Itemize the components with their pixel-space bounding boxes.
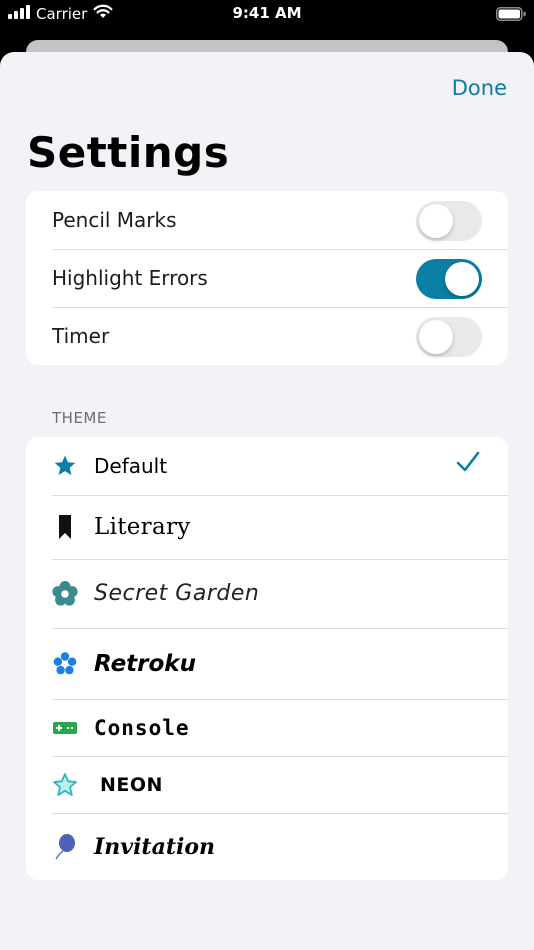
theme-row-console[interactable]: Console bbox=[26, 699, 508, 756]
settings-sheet: Done Settings Pencil Marks Highlight Err… bbox=[0, 52, 534, 950]
setting-label: Timer bbox=[52, 324, 110, 348]
flower-icon bbox=[52, 579, 78, 609]
theme-section-header: THEME bbox=[52, 409, 107, 427]
theme-list: Default Literary Secret Garden Retroku C… bbox=[26, 437, 508, 880]
theme-label: Literary bbox=[94, 514, 191, 540]
theme-row-invitation[interactable]: Invitation bbox=[26, 813, 508, 880]
gamepad-icon bbox=[52, 713, 78, 743]
toggle-knob bbox=[419, 204, 453, 238]
asterisk-icon bbox=[52, 649, 78, 679]
star-outline-icon bbox=[52, 770, 78, 800]
theme-row-retroku[interactable]: Retroku bbox=[26, 628, 508, 699]
theme-label: Retroku bbox=[94, 650, 196, 677]
toggle-knob bbox=[419, 320, 453, 354]
theme-label: Invitation bbox=[94, 833, 216, 860]
screen: Carrier 9:41 AM Done Settings Pencil Mar… bbox=[0, 0, 534, 950]
theme-row-neon[interactable]: NEON bbox=[26, 756, 508, 813]
bookmark-icon bbox=[52, 512, 78, 542]
settings-group: Pencil Marks Highlight Errors Timer bbox=[26, 191, 508, 365]
setting-row-pencil-marks: Pencil Marks bbox=[26, 191, 508, 249]
theme-row-secret-garden[interactable]: Secret Garden bbox=[26, 559, 508, 628]
battery-icon bbox=[496, 6, 526, 25]
theme-label: NEON bbox=[100, 773, 163, 796]
theme-label: Console bbox=[94, 715, 190, 740]
toggle-knob bbox=[445, 262, 479, 296]
setting-row-highlight-errors: Highlight Errors bbox=[26, 249, 508, 307]
highlight-errors-toggle[interactable] bbox=[416, 259, 482, 299]
status-time: 9:41 AM bbox=[232, 4, 302, 22]
star-icon bbox=[52, 451, 78, 481]
checkmark-icon bbox=[456, 451, 480, 477]
theme-row-default[interactable]: Default bbox=[26, 437, 508, 495]
done-button[interactable]: Done bbox=[452, 76, 507, 100]
page-title: Settings bbox=[27, 128, 230, 177]
setting-row-timer: Timer bbox=[26, 307, 508, 365]
theme-label: Default bbox=[94, 454, 168, 478]
setting-label: Highlight Errors bbox=[52, 266, 208, 290]
timer-toggle[interactable] bbox=[416, 317, 482, 357]
balloon-icon bbox=[52, 832, 78, 862]
theme-row-literary[interactable]: Literary bbox=[26, 495, 508, 559]
status-bar: Carrier 9:41 AM bbox=[0, 0, 534, 28]
pencil-marks-toggle[interactable] bbox=[416, 201, 482, 241]
theme-label: Secret Garden bbox=[94, 581, 260, 606]
setting-label: Pencil Marks bbox=[52, 208, 177, 232]
